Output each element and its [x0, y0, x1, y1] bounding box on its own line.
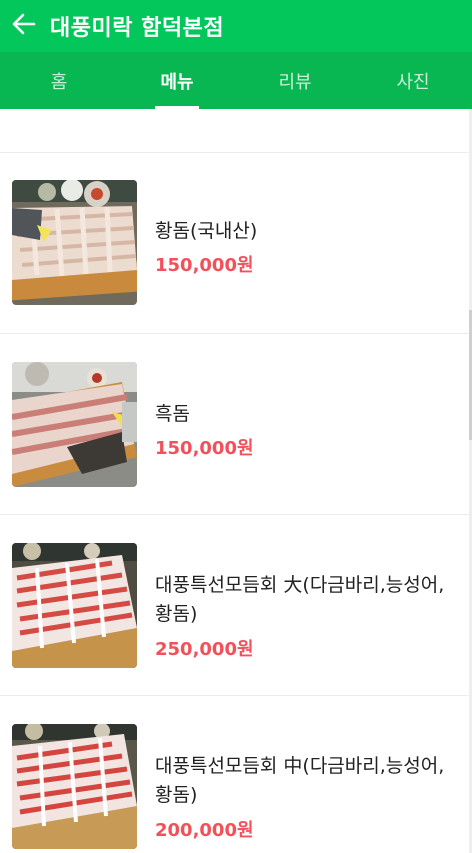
menu-item-photo [12, 724, 137, 849]
arrow-left-icon [10, 10, 38, 42]
menu-item[interactable]: 흑돔 150,000원 [0, 334, 469, 515]
menu-item[interactable]: 대풍특선모듬회 大(다금바리,능성어,황돔) 250,000원 [0, 515, 469, 696]
menu-item-photo [12, 362, 137, 487]
menu-item-name: 대풍특선모듬회 中(다금바리,능성어,황돔) [155, 755, 445, 806]
menu-list[interactable]: 황돔(국내산) 150,000원 흑돔 150,000원 대풍특선모듬회 大(다… [0, 109, 469, 853]
menu-item[interactable]: 황돔(국내산) 150,000원 [0, 153, 469, 334]
back-button[interactable] [0, 0, 48, 52]
tab-menu[interactable]: 메뉴 [118, 52, 236, 109]
menu-item[interactable]: 대풍특선모듬회 中(다금바리,능성어,황돔) 200,000원 [0, 696, 469, 853]
menu-item-partial[interactable] [0, 109, 469, 153]
tab-photo[interactable]: 사진 [354, 52, 472, 109]
tab-home[interactable]: 홈 [0, 52, 118, 109]
menu-item-photo [12, 543, 137, 668]
app-header: 대풍미락 함덕본점 [0, 0, 472, 52]
page-title: 대풍미락 함덕본점 [50, 16, 225, 41]
tab-review[interactable]: 리뷰 [236, 52, 354, 109]
menu-item-name: 대풍특선모듬회 大(다금바리,능성어,황돔) [155, 574, 445, 625]
menu-item-name: 흑돔 [155, 403, 190, 425]
menu-item-price: 150,000원 [155, 255, 254, 276]
tab-bar: 홈 메뉴 리뷰 사진 [0, 52, 472, 109]
menu-item-price: 200,000원 [155, 820, 254, 841]
menu-item-price: 250,000원 [155, 639, 254, 660]
menu-item-name: 황돔(국내산) [155, 220, 258, 242]
menu-item-photo [12, 180, 137, 305]
menu-item-price: 150,000원 [155, 438, 254, 459]
